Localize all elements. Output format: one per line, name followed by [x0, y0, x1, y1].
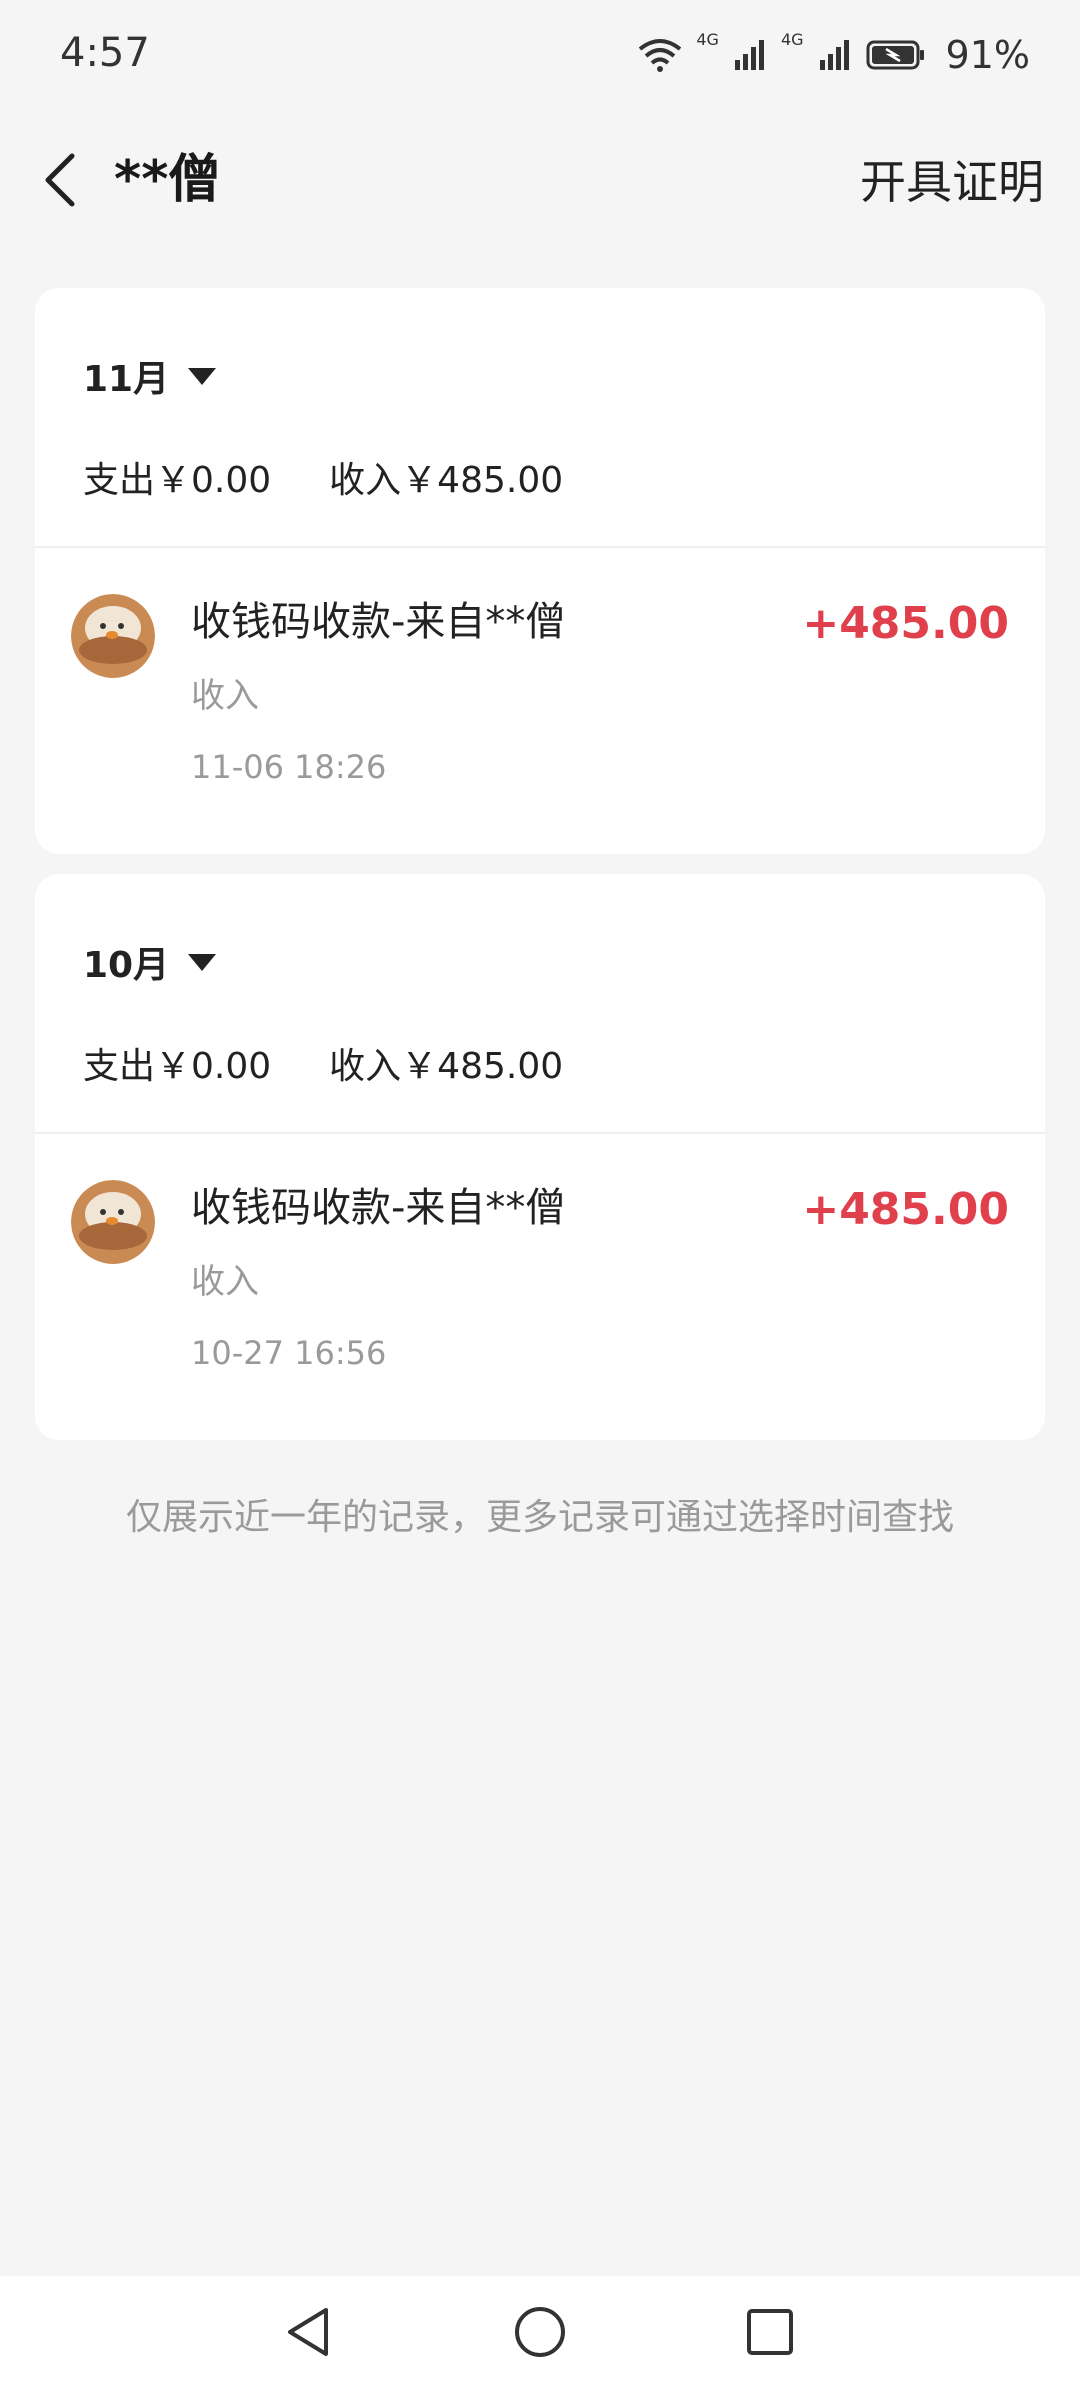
- month-card: 10月 支出￥0.00 收入￥485.00 收钱码收款-来自**僧 +485.0…: [35, 874, 1045, 1440]
- income-total: 收入￥485.00: [329, 460, 564, 501]
- transaction-row[interactable]: 收钱码收款-来自**僧 +485.00 收入 11-06 18:26: [35, 548, 1045, 848]
- navigation-bar: [0, 2276, 1080, 2388]
- status-bar: 4:57 4G 4G 91%: [0, 0, 1080, 110]
- wifi-icon: [639, 39, 682, 72]
- month-selector[interactable]: 11月: [83, 348, 217, 404]
- month-summary: 支出￥0.00 收入￥485.00: [83, 456, 563, 506]
- nav-recents-button[interactable]: [738, 2300, 802, 2364]
- nav-home-icon: [515, 2307, 565, 2357]
- expense-total: 支出￥0.00: [83, 1046, 272, 1087]
- battery-percent: 91%: [945, 33, 1030, 77]
- avatar-image: [71, 594, 155, 678]
- network-type-1: 4G: [696, 30, 719, 49]
- nav-back-button[interactable]: [276, 2300, 340, 2364]
- dropdown-triangle-icon: [188, 368, 217, 385]
- expense-total: 支出￥0.00: [83, 460, 272, 501]
- dropdown-triangle-icon: [188, 954, 217, 971]
- income-total: 收入￥485.00: [329, 1046, 564, 1087]
- issue-certificate-button[interactable]: 开具证明: [860, 152, 1044, 212]
- footer-note: 仅展示近一年的记录，更多记录可通过选择时间查找: [125, 1497, 954, 1538]
- avatar-image: [71, 1180, 155, 1264]
- transaction-amount: +485.00: [802, 1184, 1009, 1235]
- nav-recents-icon: [747, 2309, 793, 2355]
- transaction-type: 收入: [191, 1262, 259, 1302]
- nav-back-icon: [288, 2308, 328, 2356]
- transaction-type: 收入: [191, 676, 259, 716]
- month-selector[interactable]: 10月: [83, 934, 217, 990]
- transaction-time: 11-06 18:26: [191, 748, 387, 786]
- status-time: 4:57: [60, 30, 150, 76]
- transaction-title: 收钱码收款-来自**僧: [191, 1185, 566, 1231]
- month-label: 10月: [83, 945, 170, 986]
- back-button[interactable]: [30, 148, 90, 212]
- battery-icon: [866, 40, 924, 70]
- network-type-2: 4G: [780, 30, 804, 49]
- transaction-amount: +485.00: [802, 598, 1009, 649]
- signal-icon: [819, 40, 849, 70]
- transaction-time: 10-27 16:56: [191, 1334, 387, 1372]
- transaction-row[interactable]: 收钱码收款-来自**僧 +485.00 收入 10-27 16:56: [35, 1134, 1045, 1434]
- nav-home-button[interactable]: [508, 2300, 572, 2364]
- month-summary: 支出￥0.00 收入￥485.00: [83, 1042, 563, 1092]
- title-bar: **僧 开具证明: [0, 130, 1080, 230]
- month-card: 11月 支出￥0.00 收入￥485.00 收钱码收款-来自**僧 +485.0…: [35, 288, 1045, 854]
- signal-icon: [734, 40, 764, 70]
- month-label: 11月: [83, 359, 170, 400]
- status-icons: 4G 4G 91%: [638, 30, 1030, 80]
- transaction-title: 收钱码收款-来自**僧: [191, 599, 566, 645]
- back-arrow-icon: [45, 153, 75, 207]
- page-title: **僧: [114, 150, 221, 210]
